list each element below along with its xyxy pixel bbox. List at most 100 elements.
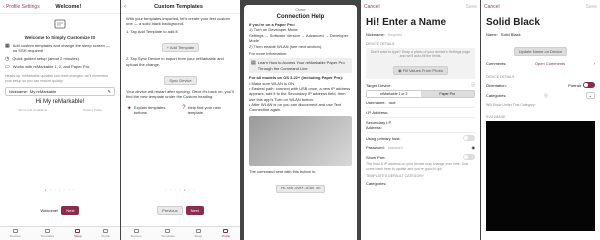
section-header: DEVICE DETAILS xyxy=(486,75,515,79)
tab-profile[interactable]: Profile xyxy=(222,229,230,238)
explain-templates-button[interactable]: ✦ Explain templates buttons xyxy=(127,105,179,116)
back-button[interactable]: ‹ Profile Settings xyxy=(3,4,40,10)
page-title: Hi! Enter a Name xyxy=(366,17,447,28)
question-icon: ? xyxy=(182,104,186,111)
previous-button[interactable]: Previous xyxy=(157,206,183,215)
next-button[interactable]: Next xyxy=(185,206,204,215)
clock-icon: ◷ xyxy=(5,55,10,62)
page-title: Custom Templates xyxy=(154,3,203,10)
show-port-toggle[interactable]: Show Port: xyxy=(361,152,480,162)
templates-screen: ‹ Custom Templates With your templates i… xyxy=(120,0,240,240)
tablet-icon: ▭ xyxy=(5,63,10,70)
devices-icon xyxy=(12,229,18,233)
help-find-button[interactable]: ? Help find your new template. xyxy=(182,105,234,116)
connection-help-screen: Close Connection Help If you're on a Pap… xyxy=(240,0,360,240)
username-field[interactable]: Username: root xyxy=(361,98,480,107)
list-item: 2) Then enable WLAN (see next section). xyxy=(249,43,323,49)
nav-bar: ‹ Profile Settings Welcome! xyxy=(0,0,120,14)
command-chip[interactable]: rm-ssh-over-wlan on xyxy=(275,185,326,194)
tab-templates[interactable]: Templates xyxy=(40,229,54,238)
save-button[interactable]: Save xyxy=(586,4,597,10)
device-photo xyxy=(249,115,352,166)
list-item: Settings → Software Version → Advanced →… xyxy=(249,32,349,44)
save-button[interactable]: Save xyxy=(466,4,477,10)
tab-sleep[interactable]: Sleep xyxy=(74,229,82,238)
intro-text: With your templates imported, let's crea… xyxy=(126,16,230,27)
target-device-segment[interactable]: reMarkable 1 or 2 Paper Pro xyxy=(366,90,475,98)
document-icon: ▤ xyxy=(251,60,256,67)
close-button[interactable]: Close xyxy=(244,5,357,12)
chevron-right-icon: › xyxy=(593,61,595,66)
tab-profile[interactable]: Profile xyxy=(102,229,110,238)
profile-icon xyxy=(223,229,229,233)
chevron-down-icon[interactable]: ⌄ xyxy=(585,92,595,99)
nickname-field[interactable]: Nickname: My reMarkable ✎ xyxy=(5,87,115,97)
page-title: Welcome! xyxy=(55,3,82,10)
update-note: Heads-up: reMarkable updates can reset c… xyxy=(5,73,109,83)
update-name-button[interactable]: Update Name on Device xyxy=(513,47,568,56)
name-field[interactable]: Name: Solid Black xyxy=(481,30,600,39)
privacy-link[interactable]: Privacy Policy xyxy=(83,108,102,112)
sleep-icon xyxy=(195,229,201,233)
nav-bar: Cancel Save xyxy=(481,0,600,14)
list-item: ▦ Add custom templates and change the sl… xyxy=(5,43,110,54)
back-chevron-icon[interactable]: ‹ xyxy=(124,4,126,10)
restart-note: Your device will restart after syncing. … xyxy=(126,88,234,100)
app-logo-icon xyxy=(0,14,120,35)
info-icon[interactable]: ⓘ xyxy=(544,93,548,99)
fill-from-photo-button[interactable]: ◉ Fill Values From Photo xyxy=(393,66,448,75)
cancel-button[interactable]: Cancel xyxy=(364,4,380,10)
step-1: 1. Tap Add Template to add it. xyxy=(126,28,179,34)
template-preview xyxy=(486,120,595,231)
categories-row[interactable]: Categories: ⓘ ⌄ xyxy=(481,90,600,101)
next-button[interactable]: Next xyxy=(61,206,80,215)
add-device-screen: Cancel Save Hi! Enter a Name Nickname: R… xyxy=(360,0,480,240)
photo-note: Don't want to type? Snap a photo of your… xyxy=(370,50,471,58)
devices-icon xyxy=(133,229,139,233)
lightbulb-icon: ✦ xyxy=(126,105,132,112)
info-icon[interactable]: ⓘ xyxy=(471,82,475,88)
list-item: ▭ Works with reMarkable 1, 2, and Paper … xyxy=(5,63,91,70)
learn-link[interactable]: ▤ Learn How to Access Your reMarkable Pa… xyxy=(249,58,352,74)
tab-bar: Devices Templates Sleep Profile xyxy=(0,226,120,240)
cancel-button[interactable]: Cancel xyxy=(484,4,500,10)
edit-icon[interactable]: ✎ xyxy=(108,89,111,94)
add-template-button[interactable]: + Add Template xyxy=(161,43,200,53)
welcome-screen: ‹ Profile Settings Welcome! Welcome to S… xyxy=(0,0,120,240)
preview-label: SVG IMAGE xyxy=(486,114,506,119)
comments-row[interactable]: Comments: Open Comments › xyxy=(481,59,600,68)
tab-templates[interactable]: Templates xyxy=(161,229,175,238)
categories-row[interactable]: Categories: xyxy=(361,179,480,188)
more-info-label: For more information: xyxy=(249,50,288,56)
password-field[interactable]: Password: password ◉ xyxy=(361,143,480,152)
nickname-field[interactable]: Nickname: Required xyxy=(361,30,480,39)
nav-bar: Cancel Save xyxy=(361,0,480,14)
templates-icon xyxy=(165,229,171,233)
orientation-row[interactable]: Orientation: Portrait xyxy=(481,80,600,90)
page-dots: ○ ○ ○ ○ ● ○ ○ xyxy=(165,188,196,192)
template-icon: ▦ xyxy=(5,43,10,50)
templates-icon xyxy=(44,229,50,233)
list-item: • Easiest path: connect with USB once, a… xyxy=(249,85,351,102)
section-header: TEMPLATE'S DEFAULT CATEGORY xyxy=(366,174,424,179)
command-label: The command sent with this button is: xyxy=(249,168,317,174)
section-header: DEVICE DETAILS xyxy=(366,42,395,46)
ip-field[interactable]: I.P. Address: xyxy=(361,108,480,117)
list-item: • After WLAN is on you can disconnect an… xyxy=(249,102,342,113)
tab-devices[interactable]: Devices xyxy=(131,229,141,238)
show-under-label: Will Show Under This Category: xyxy=(486,103,536,107)
nav-bar: ‹ Custom Templates xyxy=(121,0,240,14)
tab-sleep[interactable]: Sleep xyxy=(194,229,202,238)
profile-icon xyxy=(103,229,109,233)
port-note: The host & IP address on your device may… xyxy=(366,162,469,171)
primary-host-toggle[interactable]: Using primary host: xyxy=(361,133,480,143)
page-title: Solid Black xyxy=(486,17,540,28)
template-detail-screen: Cancel Save Solid Black Name: Solid Blac… xyxy=(480,0,600,240)
terms-link[interactable]: Terms and Conditions xyxy=(18,108,47,112)
sync-device-button[interactable]: Sync Device xyxy=(164,75,197,85)
greeting: Hi My reMarkable! xyxy=(35,99,85,106)
eye-icon[interactable]: ◉ xyxy=(472,145,476,150)
secondary-ip-field[interactable]: Secondary I.P. Address: xyxy=(361,118,480,132)
tab-devices[interactable]: Devices xyxy=(10,229,21,238)
tab-bar: Devices Templates Sleep Profile xyxy=(121,226,240,240)
